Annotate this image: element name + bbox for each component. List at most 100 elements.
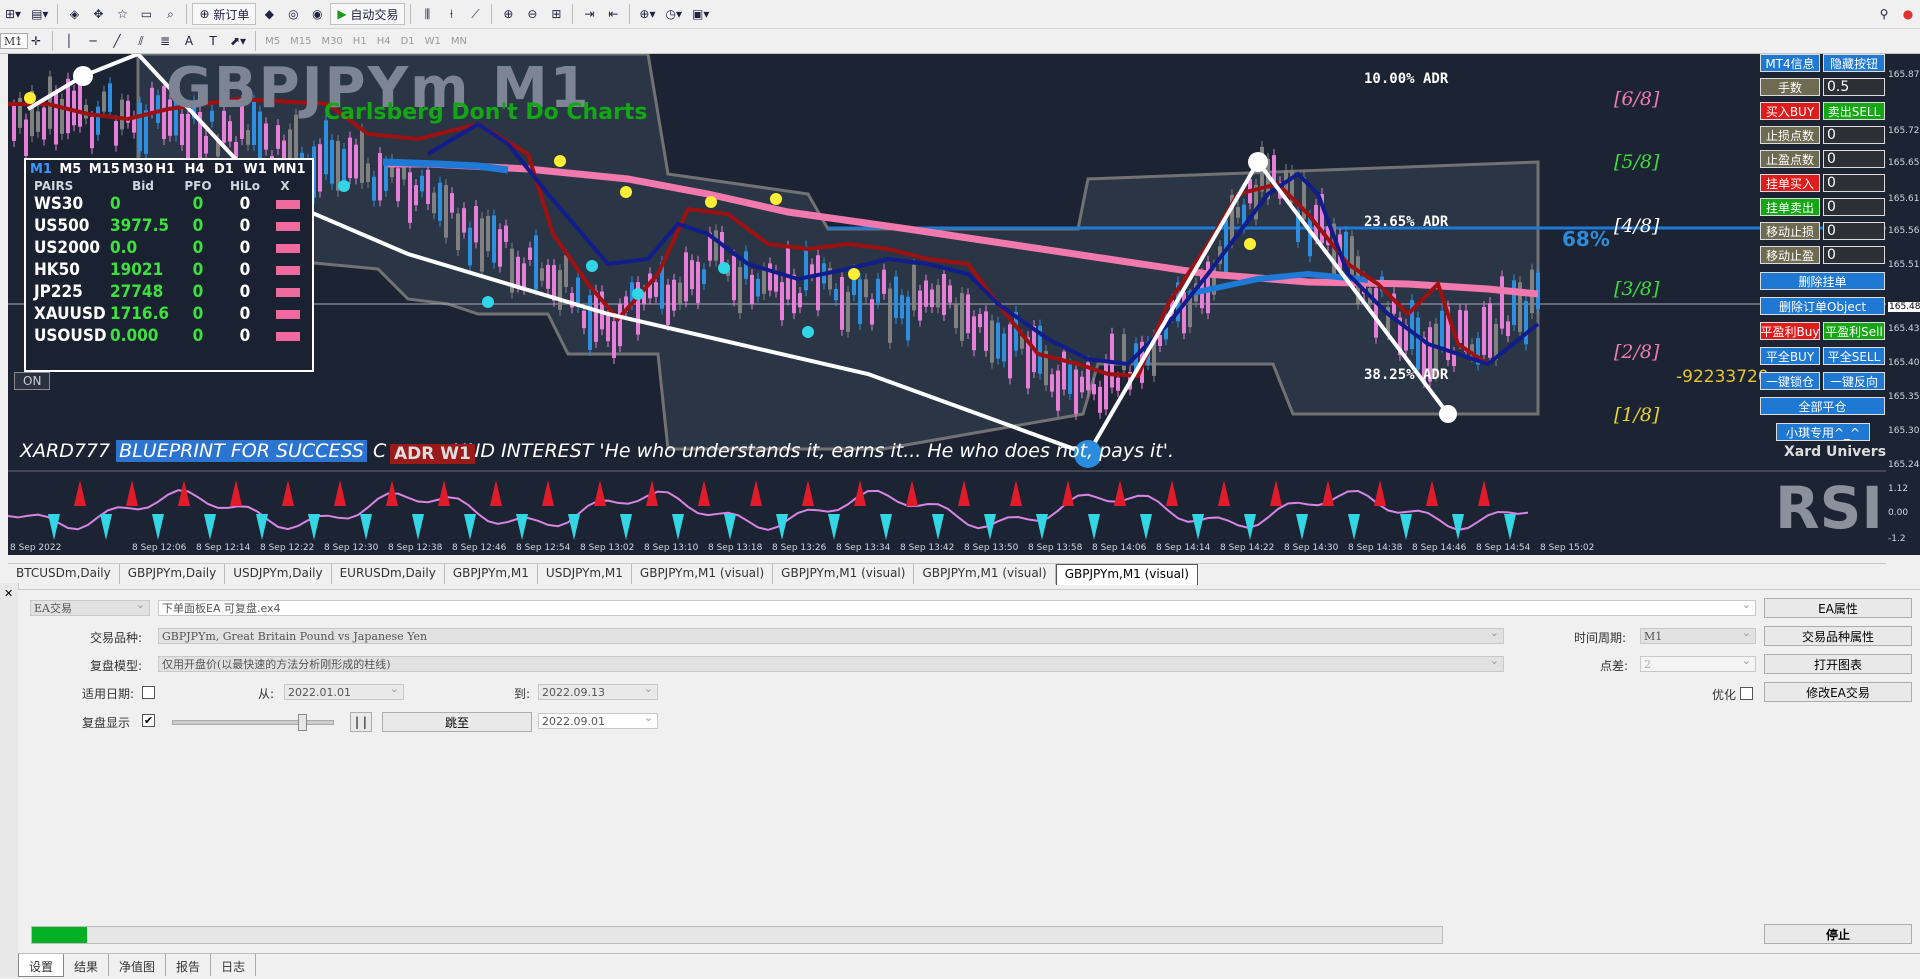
pairs-row[interactable]: HK50 19021 0 0	[26, 259, 312, 281]
periods-icon[interactable]: ◷▾	[661, 3, 686, 25]
trendline-icon[interactable]: ╱	[106, 30, 128, 52]
tf-m5[interactable]: M5	[260, 31, 285, 51]
pairs-tf-mn1[interactable]: MN1	[273, 162, 308, 177]
skip-date-input[interactable]: 2022.09.01	[538, 711, 658, 729]
tab-journal[interactable]: 日志	[211, 954, 257, 976]
lots-input[interactable]: 0.5	[1823, 78, 1885, 96]
modify-ea-button[interactable]: 修改EA交易	[1764, 682, 1912, 702]
line-chart-icon[interactable]: ⟋	[464, 3, 486, 25]
optimize-checkbox[interactable]	[1740, 687, 1753, 700]
pause-button[interactable]: | |	[350, 712, 372, 732]
tab-results[interactable]: 结果	[64, 954, 110, 976]
arrows-icon[interactable]: ⬈▾	[226, 30, 250, 52]
crosshair-icon[interactable]: ✛	[25, 30, 47, 52]
to-date-input[interactable]: 2022.09.13	[538, 682, 658, 700]
visual-mode-checkbox[interactable]: ✔	[142, 714, 155, 727]
buy-button[interactable]: 买入BUY	[1760, 102, 1820, 120]
pairs-tf-d1[interactable]: D1	[214, 162, 243, 177]
market-watch-icon[interactable]: ◈	[63, 3, 85, 25]
pairs-row[interactable]: US2000 0.0 0 0	[26, 237, 312, 259]
tab-equity-graph[interactable]: 净值图	[109, 954, 167, 976]
skip-to-button[interactable]: 跳至	[382, 712, 532, 732]
text-icon[interactable]: A	[178, 30, 200, 52]
sell-button[interactable]: 卖出SELL	[1823, 102, 1885, 120]
close-profit-buy-button[interactable]: 平盈利Buy	[1760, 322, 1820, 340]
label-icon[interactable]: T	[202, 30, 224, 52]
pending-sell-input[interactable]: 0	[1823, 198, 1885, 216]
tab-settings[interactable]: 设置	[18, 954, 65, 977]
pending-buy-input[interactable]: 0	[1823, 174, 1885, 192]
close-all-buy-button[interactable]: 平全BUY	[1760, 347, 1820, 365]
new-chart-icon[interactable]: ⊞▾	[1, 3, 25, 25]
hide-buttons-button[interactable]: 隐藏按钮	[1823, 54, 1885, 72]
auto-scroll-icon[interactable]: ⇥	[578, 3, 600, 25]
terminal-icon[interactable]: ▭	[135, 3, 157, 25]
close-all-sell-button[interactable]: 平全SELL	[1823, 347, 1885, 365]
pairs-tf-m30[interactable]: M30	[122, 162, 155, 177]
pairs-row[interactable]: US500 3977.5 0 0	[26, 215, 312, 237]
pairs-row[interactable]: USOUSD 0.000 0 0	[26, 325, 312, 347]
horizontal-line-icon[interactable]: ─	[82, 30, 104, 52]
pairs-tf-m15[interactable]: M15	[89, 162, 122, 177]
chart-shift-icon[interactable]: ⇤	[602, 3, 624, 25]
search-icon[interactable]: ⚲	[1873, 3, 1895, 25]
pairs-tf-h1[interactable]: H1	[155, 162, 184, 177]
indicators-icon[interactable]: ⊕▾	[635, 3, 659, 25]
new-order-button[interactable]: ⊕ 新订单	[192, 3, 257, 25]
symbol-select[interactable]: GBPJPYm, Great Britain Pound vs Japanese…	[158, 626, 1504, 644]
close-all-button[interactable]: 全部平仓	[1760, 397, 1885, 415]
pairs-row[interactable]: XAUUSD 1716.6 0 0	[26, 303, 312, 325]
on-toggle[interactable]: ON	[14, 372, 51, 390]
close-profit-sell-button[interactable]: 平盈利Sell	[1823, 322, 1885, 340]
tf-h1[interactable]: H1	[348, 31, 372, 51]
pairs-tf-h4[interactable]: H4	[185, 162, 214, 177]
data-window-icon[interactable]: ✥	[87, 3, 109, 25]
spread-select[interactable]: 2	[1640, 654, 1756, 672]
price-chart[interactable]: GBPJPYm M1 Carlsberg Don't Do Charts 10.…	[8, 54, 1886, 555]
navigator-icon[interactable]: ☆	[111, 3, 133, 25]
tf-d1[interactable]: D1	[396, 31, 420, 51]
ea-properties-button[interactable]: EA属性	[1764, 598, 1912, 618]
tab-chart[interactable]: USDJPYm,Daily	[225, 564, 332, 584]
tf-mn[interactable]: MN	[446, 31, 472, 51]
open-chart-button[interactable]: 打开图表	[1764, 654, 1912, 674]
channel-icon[interactable]: ⫽	[130, 30, 152, 52]
lock-position-button[interactable]: 一键锁仓	[1760, 372, 1820, 390]
tab-chart[interactable]: GBPJPYm,M1 (visual)	[632, 564, 774, 584]
from-date-input[interactable]: 2022.01.01	[284, 682, 404, 700]
pending-sell-button[interactable]: 挂单卖出	[1760, 198, 1820, 216]
tp-points-input[interactable]: 0	[1823, 150, 1885, 168]
tab-chart[interactable]: USDJPYm,M1	[538, 564, 632, 584]
profiles-icon[interactable]: ▤▾	[27, 3, 52, 25]
tab-chart[interactable]: GBPJPYm,M1 (visual)	[914, 564, 1056, 584]
tab-chart[interactable]: GBPJPYm,M1 (visual)	[773, 564, 915, 584]
pairs-tf-m1[interactable]: M1	[30, 162, 59, 177]
tab-chart-active[interactable]: GBPJPYm,M1 (visual)	[1055, 564, 1198, 585]
delete-objects-button[interactable]: 删除订单Object	[1760, 297, 1885, 315]
tab-report[interactable]: 报告	[166, 954, 212, 976]
tile-windows-icon[interactable]: ⊞	[545, 3, 567, 25]
tf-h4[interactable]: H4	[372, 31, 396, 51]
meta-editor-icon[interactable]: ◆	[258, 3, 280, 25]
auto-trading-button[interactable]: ▶ 自动交易	[330, 3, 406, 25]
templates-icon[interactable]: ▣▾	[688, 3, 713, 25]
tf-m1[interactable]: M1	[0, 31, 29, 49]
stop-button[interactable]: 停止	[1764, 924, 1912, 944]
tester-type-select[interactable]: EA交易	[30, 598, 150, 616]
mt4-info-button[interactable]: MT4信息	[1760, 54, 1820, 72]
zoom-out-icon[interactable]: ⊖	[521, 3, 543, 25]
use-date-checkbox[interactable]	[142, 686, 155, 699]
special-button[interactable]: 小琪专用^_^	[1776, 423, 1870, 441]
speed-slider-handle[interactable]	[298, 714, 307, 731]
tf-m15[interactable]: M15	[285, 31, 316, 51]
tab-chart[interactable]: GBPJPYm,Daily	[120, 564, 226, 584]
vertical-line-icon[interactable]: │	[58, 30, 80, 52]
ea-file-select[interactable]: 下单面板EA 可复盘.ex4	[158, 598, 1756, 616]
pairs-row[interactable]: WS30 0 0 0	[26, 193, 312, 215]
pairs-tf-m5[interactable]: M5	[59, 162, 88, 177]
trailing-sl-input[interactable]: 0	[1823, 222, 1885, 240]
tab-chart[interactable]: EURUSDm,Daily	[332, 564, 445, 584]
tf-m30[interactable]: M30	[316, 31, 347, 51]
sl-points-input[interactable]: 0	[1823, 126, 1885, 144]
symbol-properties-button[interactable]: 交易品种属性	[1764, 626, 1912, 646]
